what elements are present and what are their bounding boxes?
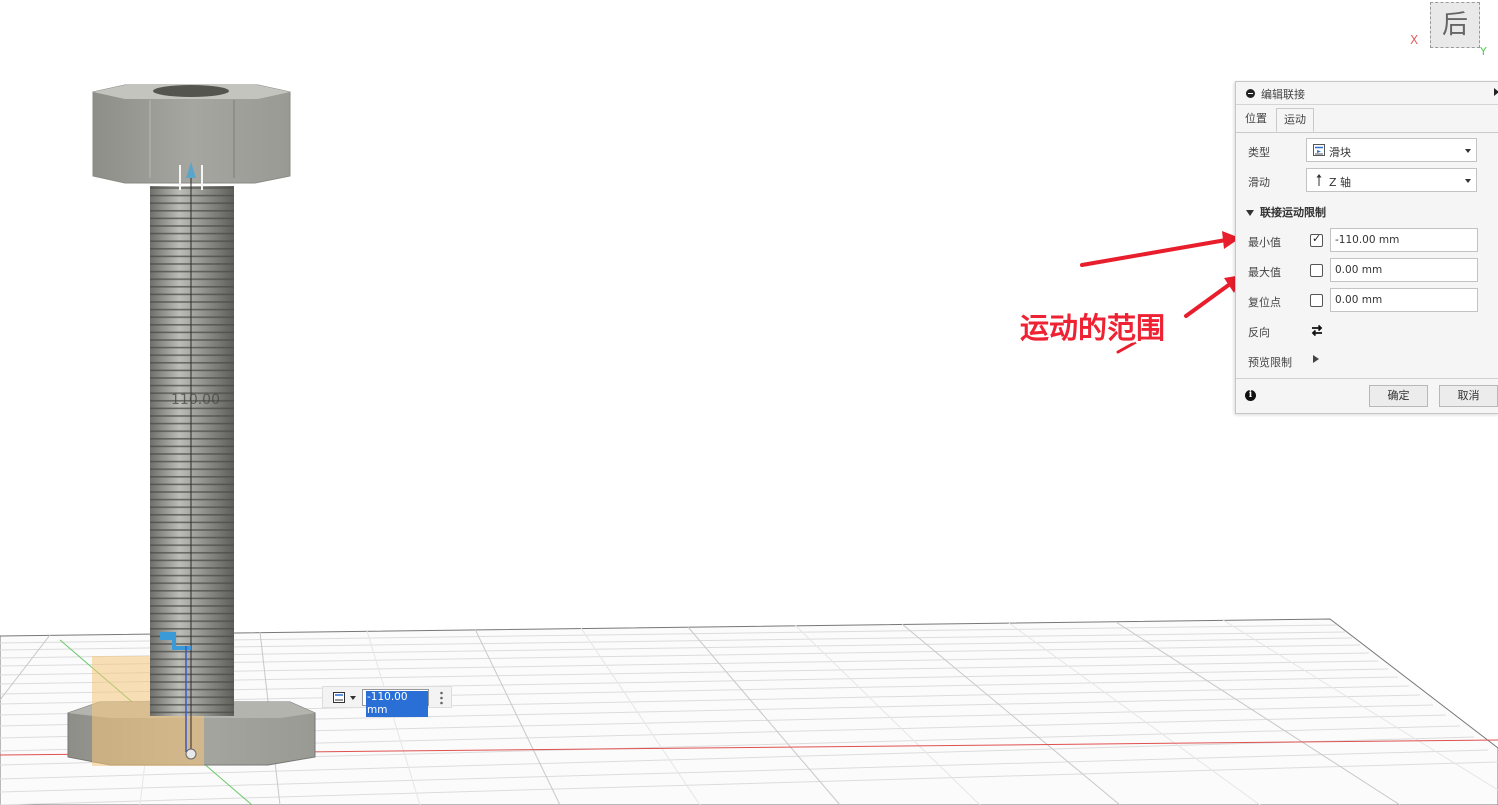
view-cube-axis-x: X bbox=[1410, 33, 1419, 47]
slide-value: Z 轴 bbox=[1329, 176, 1352, 189]
preview-label: 预览限制 bbox=[1248, 356, 1292, 369]
flip-label: 反向 bbox=[1248, 326, 1270, 339]
panel-footer: i 确定 取消 bbox=[1236, 378, 1498, 414]
max-value-field[interactable]: 0.00 mm bbox=[1330, 258, 1478, 282]
max-value-text: 0.00 mm bbox=[1335, 264, 1383, 276]
panel-tabs: 位置 运动 bbox=[1236, 105, 1498, 133]
expand-arrow-icon[interactable] bbox=[1494, 88, 1498, 96]
min-value-text: -110.00 mm bbox=[1335, 234, 1400, 246]
rest-checkbox[interactable] bbox=[1310, 294, 1323, 307]
min-checkbox[interactable]: ✓ bbox=[1310, 232, 1323, 247]
slide-label: 滑动 bbox=[1248, 176, 1270, 189]
slide-dropdown[interactable]: Z 轴 bbox=[1306, 168, 1477, 192]
flip-direction-icon[interactable] bbox=[1310, 323, 1324, 337]
rest-value-text: 0.00 mm bbox=[1335, 294, 1383, 306]
cancel-button[interactable]: 取消 bbox=[1439, 385, 1498, 407]
limits-section-header[interactable]: 联接运动限制 bbox=[1246, 204, 1326, 220]
min-label: 最小值 bbox=[1248, 236, 1281, 249]
checkmark-icon: ✓ bbox=[1312, 232, 1322, 245]
dimension-label: 110.00 bbox=[171, 392, 220, 408]
z-axis-arrow-icon bbox=[1316, 174, 1322, 186]
distance-input[interactable]: -110.00 mm bbox=[362, 689, 429, 717]
type-label: 类型 bbox=[1248, 146, 1270, 159]
tab-motion[interactable]: 运动 bbox=[1276, 108, 1314, 132]
type-value: 滑块 bbox=[1329, 146, 1351, 159]
rest-value-field[interactable]: 0.00 mm bbox=[1330, 288, 1478, 312]
chevron-down-icon[interactable] bbox=[350, 696, 356, 700]
distance-input-value[interactable]: -110.00 mm bbox=[366, 691, 428, 717]
edit-joint-panel: 编辑联接 位置 运动 类型 滑块 滑动 Z 轴 联接运动限制 最小值 ✓ -11… bbox=[1235, 81, 1498, 414]
tab-position[interactable]: 位置 bbox=[1238, 108, 1274, 132]
view-cube[interactable]: 后 bbox=[1430, 2, 1480, 48]
ok-button[interactable]: 确定 bbox=[1369, 385, 1428, 407]
panel-header[interactable]: 编辑联接 bbox=[1236, 82, 1498, 105]
info-icon[interactable]: i bbox=[1245, 390, 1256, 401]
view-cube-axis-y: Y bbox=[1480, 45, 1487, 58]
slider-joint-icon[interactable] bbox=[333, 692, 345, 703]
panel-title: 编辑联接 bbox=[1261, 88, 1305, 101]
distance-manipulator[interactable]: -110.00 mm bbox=[322, 686, 452, 717]
rest-label: 复位点 bbox=[1248, 296, 1281, 309]
max-label: 最大值 bbox=[1248, 266, 1281, 279]
chevron-down-icon bbox=[1465, 149, 1471, 153]
chevron-down-icon[interactable] bbox=[1246, 210, 1254, 216]
collapse-icon[interactable] bbox=[1246, 89, 1255, 98]
max-checkbox[interactable] bbox=[1310, 264, 1323, 277]
play-preview-icon[interactable] bbox=[1313, 355, 1319, 363]
slider-joint-icon bbox=[1313, 144, 1325, 156]
more-options-icon[interactable] bbox=[440, 691, 443, 705]
annotation-label: 运动的范围 bbox=[1020, 311, 1166, 345]
min-value-field[interactable]: -110.00 mm bbox=[1330, 228, 1478, 252]
type-dropdown[interactable]: 滑块 bbox=[1306, 138, 1477, 162]
limits-section-title: 联接运动限制 bbox=[1260, 206, 1326, 219]
chevron-down-icon bbox=[1465, 179, 1471, 183]
